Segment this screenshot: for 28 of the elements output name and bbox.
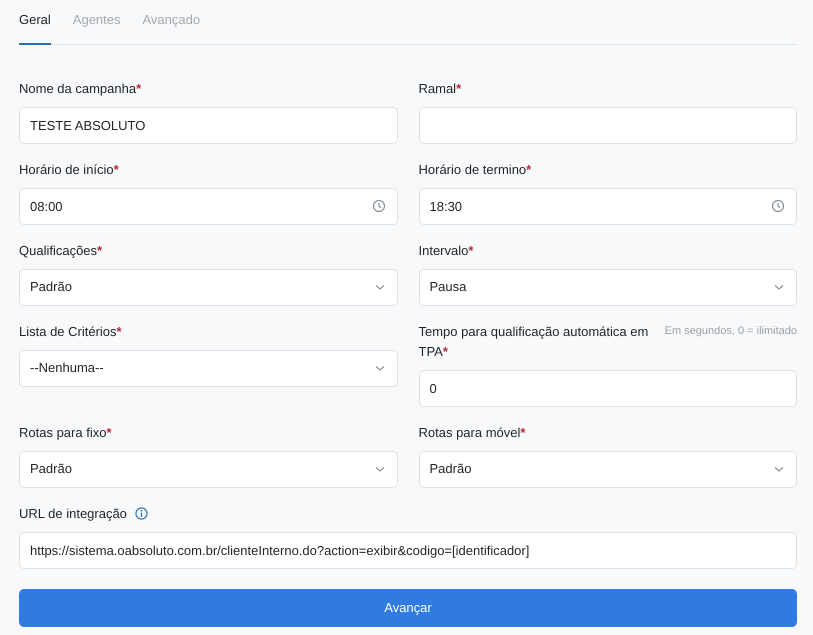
input-field[interactable]: TESTE ABSOLUTO	[19, 106, 398, 144]
select-field[interactable]: --Nenhuma--	[19, 350, 398, 386]
input-field[interactable]: https://sistema.oabsoluto.com.br/clienteInterno.do?action=exibir&codigo=[identificador]	[19, 532, 797, 568]
info-icon[interactable]	[134, 507, 148, 520]
field-label: Intervalo*	[418, 242, 474, 260]
input-field[interactable]: 18:30	[418, 188, 797, 224]
input-field[interactable]: 0	[418, 370, 797, 406]
next-button[interactable]: Avançar	[19, 588, 797, 626]
select-field[interactable]: Padrão	[19, 450, 398, 488]
field-label: Rotas para fixo*	[19, 424, 112, 442]
clock-icon[interactable]	[771, 198, 785, 212]
clock-icon[interactable]	[372, 198, 386, 212]
field-label: Horário de termino*	[418, 160, 532, 178]
field-label: Lista de Critérios*	[19, 322, 122, 340]
field-label: URL de integração	[19, 504, 127, 523]
tab[interactable]: Geral	[19, 0, 51, 44]
field-label: Ramal*	[418, 80, 462, 98]
select-field[interactable]: Pausa	[418, 268, 797, 306]
select-field[interactable]: Padrão	[418, 450, 797, 488]
field-label: Tempo para qualificação automática em TPA*	[418, 322, 650, 360]
field-label: Nome da campanha*	[19, 80, 142, 98]
input-field[interactable]: 08:00	[19, 188, 398, 224]
hint-text: Em segundos, 0 = ilimitado	[664, 324, 797, 338]
field-label: Rotas para móvel*	[418, 424, 526, 442]
input-field[interactable]	[418, 106, 797, 144]
field-label: Qualificações*	[19, 242, 102, 260]
select-field[interactable]: Padrão	[19, 268, 398, 306]
field-label: Horário de início*	[19, 160, 119, 178]
